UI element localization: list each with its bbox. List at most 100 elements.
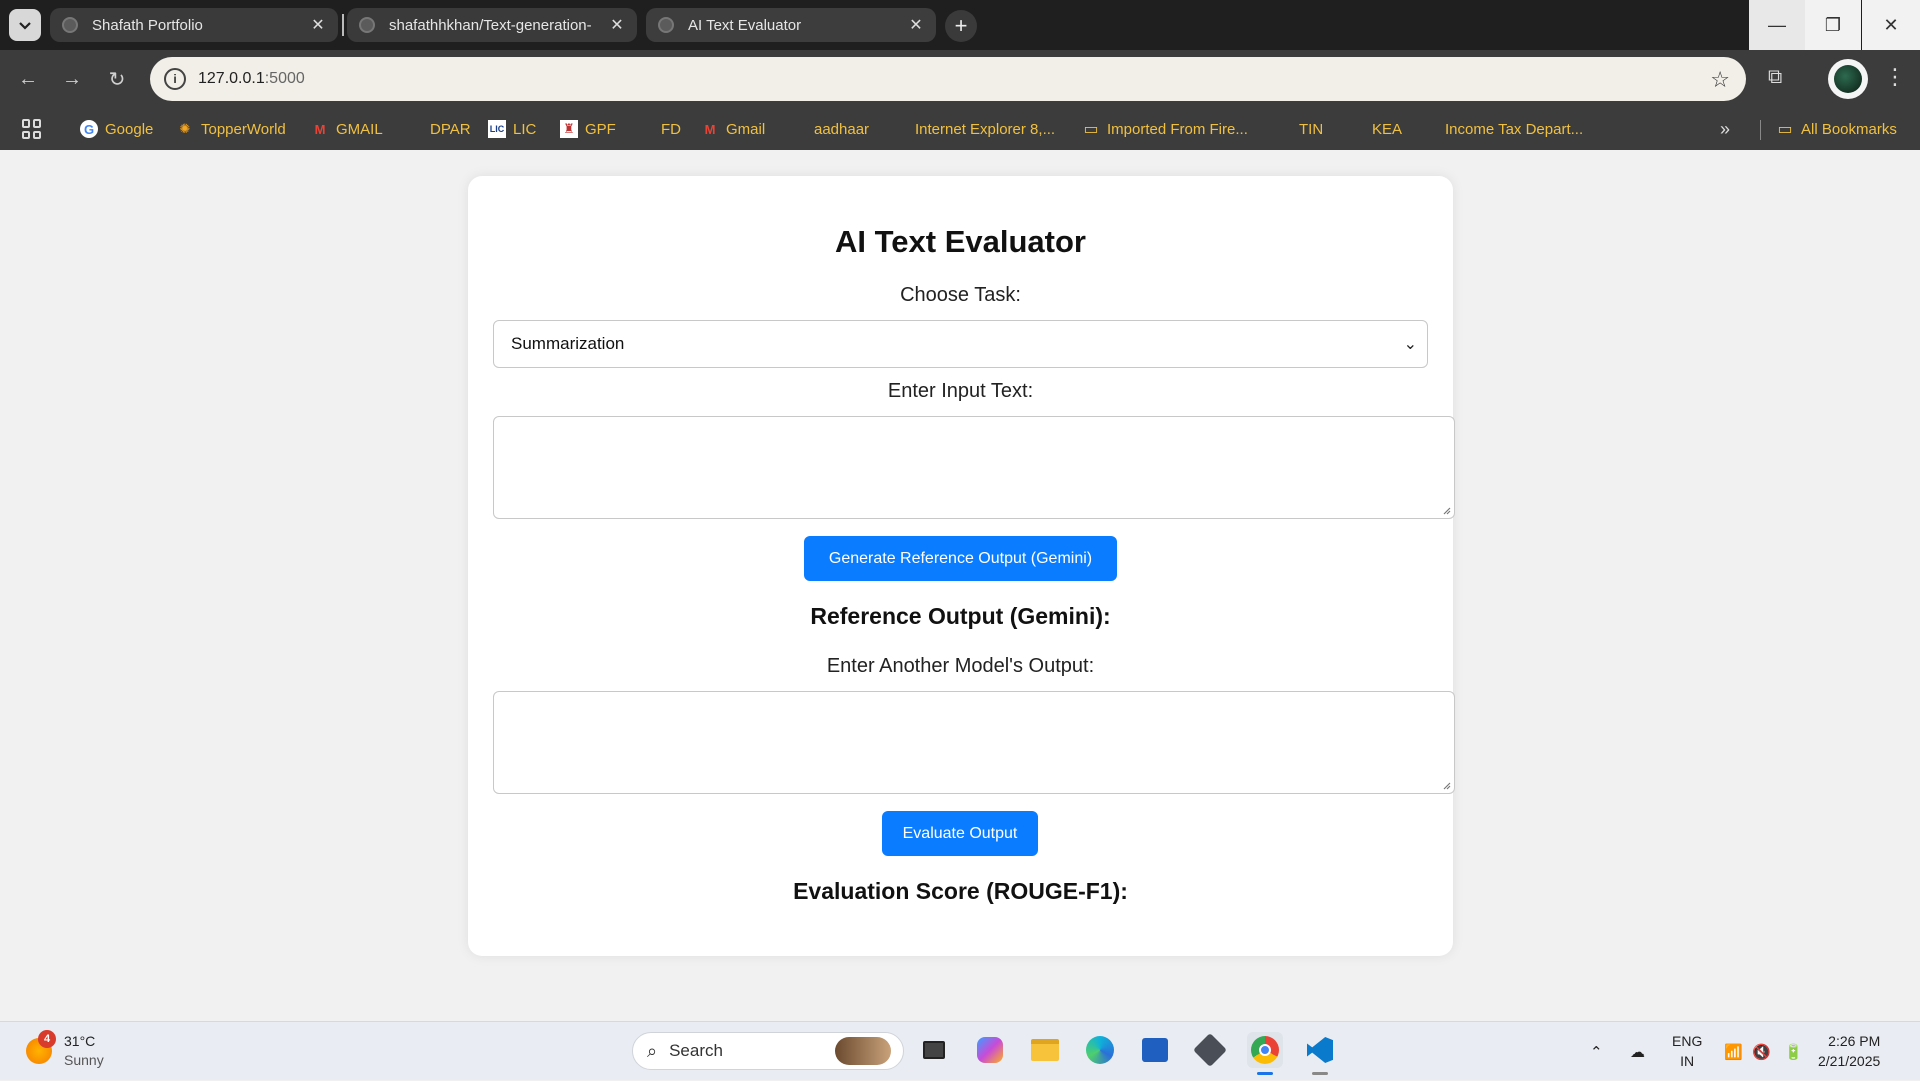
wifi-icon[interactable]: 📶: [1724, 1022, 1743, 1081]
bookmark-tin[interactable]: TIN: [1274, 118, 1323, 140]
chrome-icon[interactable]: [1247, 1032, 1283, 1068]
bookmark-lic[interactable]: LIC LIC: [488, 118, 536, 140]
close-icon[interactable]: ✕: [609, 15, 625, 35]
generate-reference-button[interactable]: Generate Reference Output (Gemini): [804, 536, 1117, 581]
file-explorer-icon[interactable]: [1027, 1032, 1063, 1068]
taskbar-clock[interactable]: 2:26 PM 2/21/2025: [1818, 1031, 1880, 1071]
page-viewport: AI Text Evaluator Choose Task: Summariza…: [0, 150, 1920, 1021]
extensions-icon[interactable]: ⧉: [1768, 66, 1782, 89]
bookmark-gmail-2[interactable]: M Gmail: [701, 118, 766, 140]
reference-output-heading: Reference Output (Gemini):: [810, 603, 1111, 629]
reload-icon[interactable]: ↻: [103, 65, 131, 93]
tab-shafath-portfolio[interactable]: Shafath Portfolio ✕: [50, 8, 338, 42]
browser-toolbar: ← → ↻ i 127.0.0.1:5000 ☆ ⧉ ⋮: [0, 50, 1920, 108]
other-model-label: Enter Another Model's Output:: [826, 655, 1095, 677]
globe-icon: [789, 120, 807, 138]
back-arrow-icon[interactable]: ←: [14, 65, 42, 93]
new-tab-button[interactable]: +: [945, 10, 977, 42]
vscode-running-indicator: [1312, 1072, 1328, 1075]
address-bar[interactable]: i 127.0.0.1:5000 ☆: [150, 57, 1746, 101]
chevron-down-icon: ⌄: [1403, 336, 1417, 353]
bookmark-label: Gmail: [726, 120, 766, 138]
url-port: :5000: [264, 70, 305, 87]
globe-icon: [62, 17, 78, 33]
evaluator-card: AI Text Evaluator Choose Task: Summariza…: [468, 176, 1455, 956]
url-text[interactable]: 127.0.0.1:5000: [198, 70, 305, 88]
sun-icon: 4: [26, 1030, 56, 1064]
tab-separator: [342, 14, 344, 36]
bookmark-gpf[interactable]: ♜ GPF: [560, 118, 616, 140]
copilot-icon[interactable]: [972, 1032, 1008, 1068]
gmail-icon: M: [314, 121, 326, 137]
close-icon[interactable]: ✕: [310, 15, 326, 35]
evaluation-score-heading: Evaluation Score (ROUGE-F1):: [793, 878, 1128, 904]
apps-grid-icon[interactable]: [22, 119, 42, 139]
globe-icon: [636, 120, 654, 138]
forward-arrow-icon[interactable]: →: [58, 65, 86, 93]
close-icon[interactable]: ✕: [908, 15, 924, 35]
task-select[interactable]: Summarization ⌄: [493, 320, 1428, 368]
bookmark-internet-explorer[interactable]: Internet Explorer 8,...: [890, 118, 1055, 140]
globe-icon: [890, 120, 908, 138]
volume-muted-icon[interactable]: 🔇: [1752, 1022, 1771, 1081]
globe-icon: [658, 17, 674, 33]
gpf-icon: ♜: [560, 120, 578, 138]
task-view-icon[interactable]: [916, 1032, 952, 1068]
taskbar-search[interactable]: ⌕ Search: [632, 1032, 904, 1070]
weather-condition: Sunny: [64, 1052, 104, 1068]
windows-start-icon[interactable]: [582, 1036, 614, 1068]
app-cube-icon[interactable]: [1192, 1032, 1228, 1068]
tab-title: AI Text Evaluator: [688, 16, 802, 34]
bookmark-google[interactable]: G Google: [80, 118, 153, 140]
profile-avatar[interactable]: [1828, 59, 1868, 99]
vscode-icon[interactable]: [1302, 1032, 1338, 1068]
evaluate-output-button[interactable]: Evaluate Output: [882, 811, 1038, 856]
more-bookmarks-button[interactable]: »: [1720, 118, 1730, 140]
bookmark-income-tax[interactable]: Income Tax Depart...: [1420, 118, 1583, 140]
other-model-output-area[interactable]: [493, 691, 1455, 794]
battery-icon[interactable]: 🔋: [1784, 1022, 1803, 1081]
edge-icon[interactable]: [1082, 1032, 1118, 1068]
bookmark-label: All Bookmarks: [1801, 120, 1897, 138]
resize-grip-icon[interactable]: [1441, 505, 1451, 515]
bookmark-fd[interactable]: FD: [636, 118, 681, 140]
chevron-down-icon: [19, 22, 31, 30]
language-indicator[interactable]: ENG IN: [1672, 1031, 1702, 1071]
search-icon: ⌕: [647, 1040, 658, 1061]
minimize-button[interactable]: —: [1749, 0, 1805, 50]
task-selected-value: Summarization: [511, 334, 625, 353]
tab-title: Shafath Portfolio: [92, 16, 203, 34]
resize-grip-icon[interactable]: [1441, 780, 1451, 790]
bookmark-gmail[interactable]: M GMAIL: [311, 118, 383, 140]
bookmark-kea[interactable]: KEA: [1347, 118, 1402, 140]
bookmark-label: Google: [105, 120, 154, 138]
input-text-area[interactable]: [493, 416, 1455, 519]
bookmark-star-icon[interactable]: ☆: [1710, 67, 1730, 93]
tab-github-repo[interactable]: shafathhkhan/Text-generation- ✕: [347, 8, 637, 42]
lic-icon: LIC: [488, 120, 506, 138]
google-icon: G: [80, 120, 98, 138]
tab-ai-text-evaluator[interactable]: AI Text Evaluator ✕: [646, 8, 936, 42]
bookmark-folder-imported[interactable]: ▭ Imported From Fire...: [1082, 118, 1247, 140]
onedrive-icon[interactable]: ☁: [1630, 1022, 1645, 1081]
bookmark-aadhaar[interactable]: aadhaar: [789, 118, 869, 140]
close-window-button[interactable]: ✕: [1862, 0, 1920, 50]
bookmark-label: LIC: [513, 120, 537, 138]
store-icon[interactable]: [1137, 1032, 1173, 1068]
notification-badge: 4: [38, 1030, 56, 1048]
show-hidden-icons[interactable]: ⌃: [1590, 1022, 1603, 1081]
bookmark-dpar[interactable]: DPAR: [405, 118, 471, 140]
site-info-icon[interactable]: i: [164, 68, 186, 90]
bookmark-label: Income Tax Depart...: [1445, 120, 1584, 138]
weather-widget[interactable]: 4 31°C Sunny: [26, 1030, 104, 1070]
bookmark-topperworld[interactable]: ✺ TopperWorld: [176, 118, 286, 140]
clock-time: 2:26 PM: [1828, 1033, 1881, 1049]
bookmarks-bar: G Google ✺ TopperWorld M GMAIL DPAR LIC LIC …: [0, 108, 1920, 150]
all-bookmarks-folder[interactable]: ▭ All Bookmarks: [1776, 118, 1897, 140]
bookmark-label: TopperWorld: [201, 120, 286, 138]
restore-button[interactable]: ❐: [1805, 0, 1861, 50]
github-icon: [359, 17, 375, 33]
tab-search-button[interactable]: [9, 9, 41, 41]
more-menu-icon[interactable]: ⋮: [1884, 64, 1906, 90]
task-label: Choose Task:: [900, 284, 1021, 306]
